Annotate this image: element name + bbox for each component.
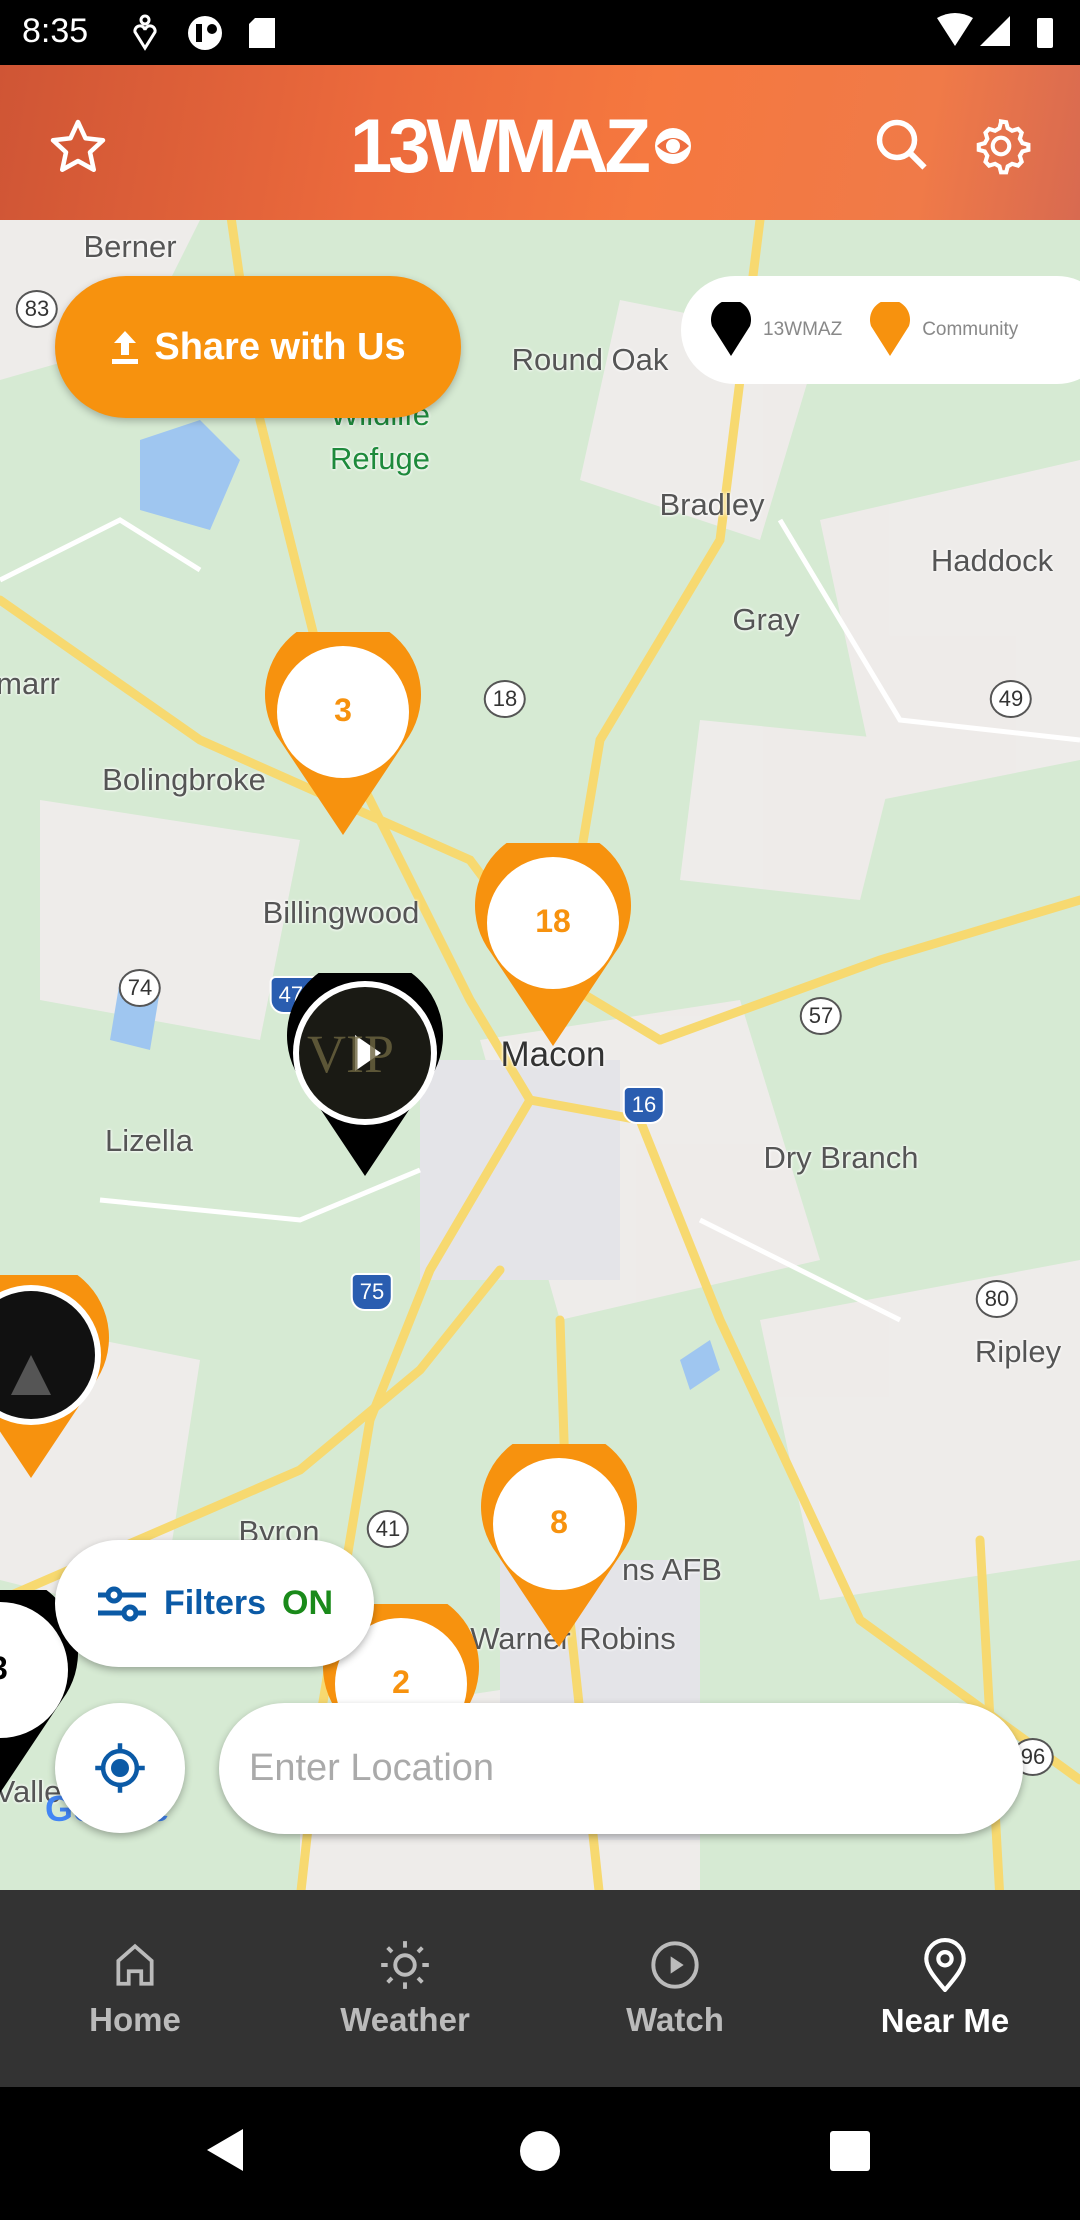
home-circle-icon[interactable] [519, 2130, 561, 2172]
legend-label: 13WMAZ [763, 319, 843, 340]
search-icon[interactable] [872, 115, 932, 175]
legend-pin-icon [711, 302, 751, 356]
filters-state: ON [282, 1584, 334, 1622]
map-pin-icon [265, 616, 421, 835]
back-icon[interactable] [205, 2127, 245, 2173]
legend-label: Community [922, 319, 1019, 340]
interstate-shield: 16 [622, 1086, 666, 1124]
share-label: Share with Us [154, 325, 406, 368]
place-label: Berner [83, 229, 177, 264]
place-label: Bradley [659, 487, 765, 522]
tab-home[interactable]: Home [0, 1890, 270, 2087]
place-label: marr [0, 666, 60, 701]
pin-legend: 13WMAZ Community [681, 276, 1080, 384]
tab-label: Weather [340, 2000, 470, 2038]
my-location-button[interactable] [55, 1703, 185, 1833]
place-label: Lizella [105, 1123, 193, 1158]
place-label: Haddock [930, 543, 1054, 578]
community-video-pin[interactable] [0, 1259, 111, 1480]
location-input[interactable] [219, 1703, 1023, 1834]
home-icon [116, 1943, 154, 1986]
status-bar: 8:35 [0, 0, 1080, 65]
interstate-shield: 75 [350, 1273, 394, 1311]
status-time: 8:35 [22, 12, 89, 50]
play-circle-icon [651, 1940, 699, 1989]
system-navigation-bar [0, 2087, 1080, 2220]
app-logo: 13WMAZ [350, 103, 730, 189]
sliders-icon [97, 1586, 146, 1621]
filters-button[interactable]: Filters ON [55, 1540, 374, 1667]
cluster-count: 18 [535, 903, 571, 939]
location-pin-icon [924, 1937, 966, 1992]
place-label: Round Oak [511, 342, 669, 377]
app-header: 13WMAZ [0, 65, 1080, 220]
place-label: Dry Branch [763, 1140, 919, 1175]
filters-label: Filters [163, 1584, 267, 1622]
tab-watch[interactable]: Watch [540, 1890, 810, 2087]
tab-label: Home [89, 2000, 181, 2038]
map-pin-icon [481, 1428, 637, 1647]
cluster-count: 3 [334, 692, 352, 728]
community-cluster-pin[interactable]: 18 [473, 827, 633, 1048]
tab-label: Near Me [880, 2001, 1010, 2039]
star-icon[interactable] [48, 117, 108, 177]
community-cluster-pin[interactable]: 3 [263, 616, 423, 837]
upload-icon [112, 331, 139, 364]
share-with-us-button[interactable]: Share with Us [55, 276, 461, 418]
recents-icon[interactable] [829, 2130, 871, 2172]
place-label: Bolingbroke [102, 762, 266, 797]
place-label: Gray [732, 602, 800, 637]
community-cluster-pin[interactable]: 8 [479, 1428, 639, 1649]
gear-icon[interactable] [970, 115, 1032, 177]
video-thumbnail-pin [0, 1259, 109, 1478]
legend-pin-icon [870, 302, 911, 356]
video-thumb-text: VIP [307, 1024, 395, 1084]
tab-label: Watch [626, 2000, 724, 2038]
station-video-pin[interactable]: VIP [285, 957, 445, 1178]
notification-icons [133, 14, 275, 51]
sun-icon [381, 1940, 429, 1989]
cbs-eye-icon [654, 128, 691, 164]
cluster-count: 8 [550, 1504, 568, 1540]
crosshair-icon [95, 1743, 145, 1793]
cluster-count: 2 [392, 1664, 410, 1700]
cluster-count: 3 [0, 1650, 8, 1687]
tab-near-me[interactable]: Near Me [810, 1890, 1080, 2087]
place-label: Refuge [330, 441, 430, 476]
map-pin-icon [475, 827, 631, 1046]
system-status-icons [937, 13, 1053, 48]
place-label: Ripley [974, 1334, 1062, 1369]
logo-text: 13WMAZ [350, 103, 651, 189]
tab-weather[interactable]: Weather [270, 1890, 540, 2087]
bottom-navigation: Home Weather Watch Near Me [0, 1890, 1080, 2087]
place-label: Billingwood [262, 895, 420, 930]
